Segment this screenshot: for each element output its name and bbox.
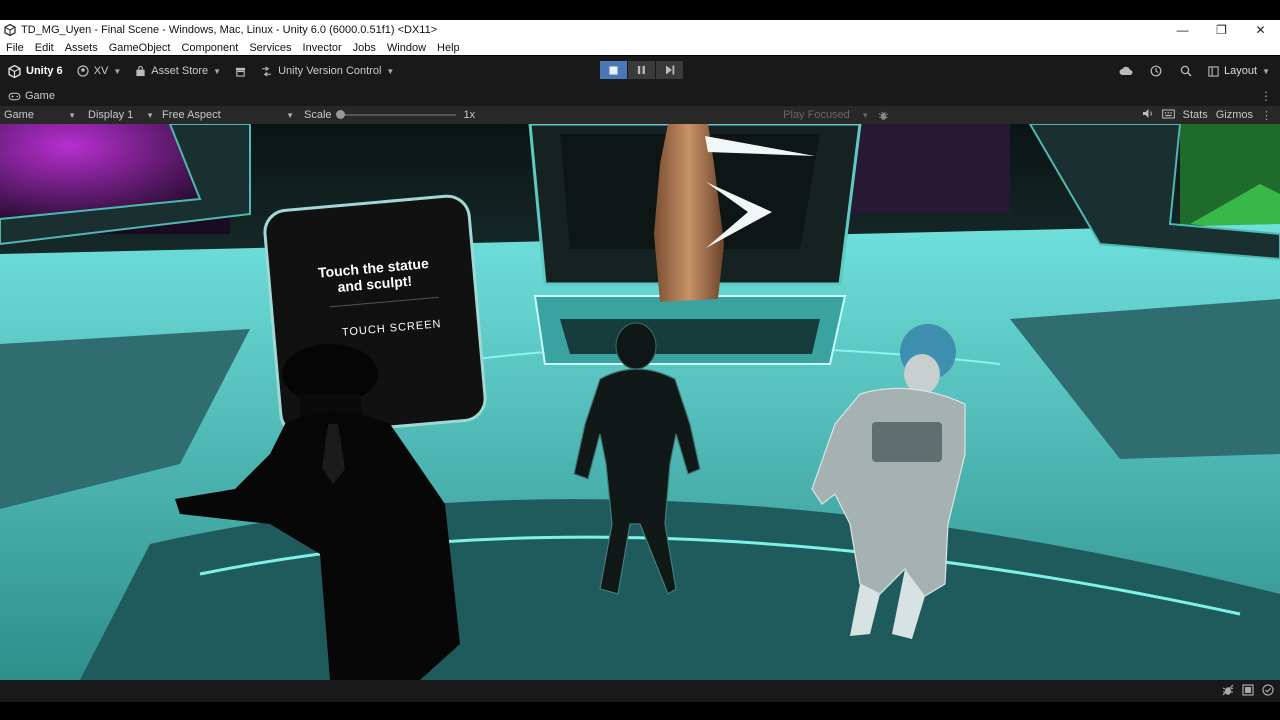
debug-toggle-button[interactable]: [1222, 684, 1234, 699]
game-view-toolbar: Game ▼ Display 1 ▼ Free Aspect ▼ Scale 1…: [0, 106, 1280, 124]
chevron-down-icon: ▼: [386, 66, 395, 76]
bug-icon: [878, 111, 888, 120]
tab-options-icon[interactable]: ⋮: [1260, 89, 1272, 103]
keyboard-icon: [1161, 108, 1175, 119]
tab-game-label: Game: [25, 90, 55, 102]
package-icon: [235, 67, 246, 77]
layout-icon: [1208, 65, 1219, 77]
asset-store-dropdown[interactable]: Asset Store ▼: [128, 60, 228, 82]
play-mode-dropdown[interactable]: Play Focused ▼: [779, 106, 873, 124]
window-title: TD_MG_Uyen - Final Scene - Windows, Mac,…: [21, 24, 438, 36]
menu-gameobject[interactable]: GameObject: [103, 42, 176, 54]
view-mode-label: Game: [4, 109, 34, 121]
gamepad-icon: [8, 92, 21, 100]
editor-tab-bar: Game ⋮: [0, 86, 1280, 106]
scale-slider[interactable]: [335, 110, 456, 119]
minimize-button[interactable]: —: [1163, 20, 1202, 40]
menu-file[interactable]: File: [0, 42, 29, 54]
game-scene-render[interactable]: Touch the statue and sculpt! TOUCH SCREE…: [0, 124, 1280, 680]
menu-assets[interactable]: Assets: [59, 42, 103, 54]
search-icon: [1180, 65, 1192, 77]
step-icon: [665, 65, 674, 75]
menu-invector[interactable]: Invector: [297, 42, 347, 54]
menu-bar: File Edit Assets GameObject Component Se…: [0, 40, 1280, 55]
store-bag-icon: [136, 65, 145, 76]
chevron-down-icon: ▼: [146, 110, 154, 120]
search-button[interactable]: [1171, 65, 1201, 77]
asset-store-label: Asset Store: [151, 65, 209, 77]
step-button[interactable]: [656, 61, 683, 79]
display-dropdown[interactable]: Display 1 ▼: [80, 106, 158, 124]
purple-curtain: [850, 124, 1010, 214]
play-button[interactable]: [600, 61, 627, 79]
progress-button[interactable]: [1242, 683, 1254, 699]
stack-icon: [1242, 683, 1254, 696]
cloud-icon: [1119, 66, 1133, 75]
account-label: XV: [93, 65, 109, 77]
history-button[interactable]: [1141, 65, 1171, 77]
speaker-icon: [1142, 109, 1152, 118]
chevron-down-icon: ▼: [286, 110, 294, 120]
chevron-down-icon: ▼: [861, 110, 870, 120]
view-mode-dropdown[interactable]: Game ▼: [0, 106, 80, 124]
status-bar: [0, 680, 1280, 702]
pause-button[interactable]: [628, 61, 655, 79]
menu-component[interactable]: Component: [175, 42, 243, 54]
display-pedestal-inset: [560, 319, 820, 354]
history-icon: [1150, 65, 1162, 77]
version-control-label: Unity Version Control: [278, 65, 382, 77]
menu-jobs[interactable]: Jobs: [347, 42, 381, 54]
play-mode-label: Play Focused: [783, 109, 850, 121]
menu-window[interactable]: Window: [381, 42, 431, 54]
unity-logo-icon: [4, 24, 16, 36]
debug-bug-icon: [1222, 684, 1234, 695]
touch-sign[interactable]: Touch the statue and sculpt! TOUCH SCREE…: [263, 194, 487, 437]
stop-icon: [609, 65, 618, 75]
unity-account-menu[interactable]: Unity 6: [0, 60, 70, 82]
menu-edit[interactable]: Edit: [29, 42, 59, 54]
account-dropdown[interactable]: XV ▼: [70, 60, 129, 82]
product-label: Unity 6: [26, 65, 63, 77]
version-control-icon: [261, 65, 272, 77]
chevron-down-icon: ▼: [213, 66, 222, 76]
layout-dropdown[interactable]: Layout ▼: [1201, 60, 1280, 82]
display-label: Display 1: [88, 109, 134, 121]
status-ok-button[interactable]: [1262, 683, 1274, 699]
stats-button[interactable]: Stats: [1183, 109, 1208, 121]
scale-control: Scale 1x: [298, 106, 479, 124]
account-icon: [77, 65, 89, 77]
chevron-down-icon: ▼: [113, 66, 122, 76]
toolbar-right: Layout ▼: [1111, 56, 1280, 86]
tab-game[interactable]: Game: [0, 90, 55, 102]
scale-value: 1x: [463, 109, 476, 121]
package-manager-button[interactable]: [228, 60, 253, 82]
letterbox-bottom: [0, 702, 1280, 720]
menu-help[interactable]: Help: [431, 42, 465, 54]
gizmos-button[interactable]: Gizmos: [1216, 109, 1253, 121]
cloud-button[interactable]: [1111, 66, 1141, 76]
shortcuts-button[interactable]: [1161, 108, 1175, 122]
chevron-down-icon: ▼: [68, 110, 76, 120]
restore-button[interactable]: ❐: [1202, 20, 1241, 40]
bug-report-button[interactable]: [873, 110, 893, 121]
menu-services[interactable]: Services: [243, 42, 296, 54]
check-circle-icon: [1262, 683, 1274, 696]
aspect-label: Free Aspect: [162, 109, 221, 121]
close-button[interactable]: ✕: [1241, 20, 1280, 40]
gizmos-dropdown-icon[interactable]: ⋮: [1261, 109, 1272, 122]
unity-cube-icon: [8, 64, 21, 78]
version-control-dropdown[interactable]: Unity Version Control ▼: [253, 60, 401, 82]
pause-icon: [637, 65, 645, 75]
chevron-down-icon: ▼: [1262, 66, 1270, 76]
game-viewport[interactable]: Touch the statue and sculpt! TOUCH SCREE…: [0, 124, 1280, 680]
play-controls: [600, 61, 683, 79]
aspect-dropdown[interactable]: Free Aspect ▼: [158, 106, 298, 124]
scale-label: Scale: [304, 109, 332, 121]
layout-label: Layout: [1224, 65, 1258, 77]
scale-slider-handle[interactable]: [335, 110, 345, 119]
window-title-bar: TD_MG_Uyen - Final Scene - Windows, Mac,…: [0, 20, 1280, 40]
audio-mute-button[interactable]: [1142, 108, 1154, 122]
